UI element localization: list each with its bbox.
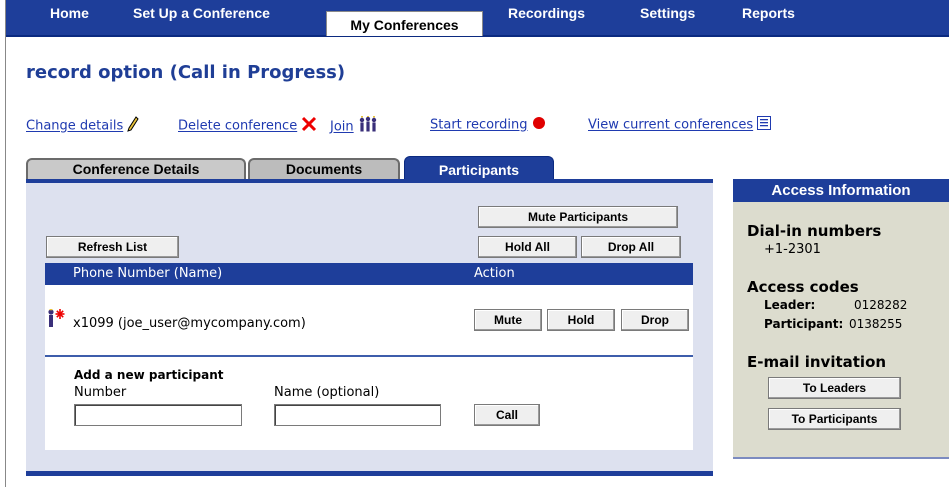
- drop-button[interactable]: Drop: [621, 309, 689, 331]
- number-input[interactable]: [74, 404, 242, 426]
- nav-my-conferences[interactable]: My Conferences: [326, 11, 483, 36]
- join-label[interactable]: Join: [330, 120, 354, 135]
- row-separator: [45, 355, 693, 357]
- delete-x-icon: [301, 116, 317, 136]
- participant-code: 0138255: [849, 317, 903, 331]
- list-icon: [757, 116, 772, 134]
- number-label: Number: [74, 385, 127, 400]
- participant-label: Participant:: [764, 317, 844, 331]
- email-invitation-heading: E-mail invitation: [747, 353, 887, 371]
- delete-conference-link[interactable]: Delete conference: [178, 116, 317, 136]
- leader-code: 0128282: [854, 298, 908, 312]
- access-codes-heading: Access codes: [747, 278, 859, 296]
- drop-all-button[interactable]: Drop All: [581, 236, 681, 258]
- tab-conference-details[interactable]: Conference Details: [26, 158, 246, 179]
- access-info-header: Access Information: [733, 179, 949, 202]
- call-button[interactable]: Call: [474, 404, 540, 426]
- refresh-list-button[interactable]: Refresh List: [46, 236, 179, 258]
- change-details-label[interactable]: Change details: [26, 119, 123, 134]
- col-action-header: Action: [474, 266, 515, 281]
- mute-button[interactable]: Mute: [474, 309, 542, 331]
- participant-phone: x1099 (joe_user@mycompany.com): [73, 316, 306, 331]
- hold-button[interactable]: Hold: [547, 309, 615, 331]
- view-current-conferences-link[interactable]: View current conferences: [588, 116, 772, 134]
- record-icon: [532, 116, 546, 134]
- nav-set-up-conference[interactable]: Set Up a Conference: [133, 0, 270, 28]
- left-border: [5, 0, 6, 487]
- delete-conference-label[interactable]: Delete conference: [178, 119, 297, 134]
- nav-settings[interactable]: Settings: [640, 0, 695, 28]
- table-header: Phone Number (Name) Action: [45, 263, 693, 285]
- mute-participants-button[interactable]: Mute Participants: [478, 206, 678, 228]
- dialin-heading: Dial-in numbers: [747, 222, 882, 240]
- add-participant-heading: Add a new participant: [74, 368, 224, 382]
- name-input[interactable]: [274, 404, 441, 426]
- dialin-number: +1-2301: [764, 242, 821, 257]
- start-recording-label[interactable]: Start recording: [430, 118, 528, 133]
- top-nav: Home Set Up a Conference My Conferences …: [6, 0, 949, 37]
- hold-all-button[interactable]: Hold All: [478, 236, 577, 258]
- access-bottom-line: [733, 457, 949, 459]
- panel-bottom-bar: [26, 471, 713, 476]
- leader-person-icon: [46, 307, 72, 335]
- nav-reports[interactable]: Reports: [742, 0, 795, 28]
- pencil-icon: [127, 116, 139, 136]
- nav-recordings[interactable]: Recordings: [508, 0, 585, 28]
- start-recording-link[interactable]: Start recording: [430, 116, 546, 134]
- nav-home[interactable]: Home: [50, 0, 89, 28]
- leader-label: Leader:: [764, 298, 816, 312]
- name-label: Name (optional): [274, 385, 380, 400]
- view-current-conferences-label[interactable]: View current conferences: [588, 118, 753, 133]
- change-details-link[interactable]: Change details: [26, 116, 139, 136]
- join-link[interactable]: Join: [330, 116, 378, 138]
- to-participants-button[interactable]: To Participants: [768, 408, 901, 430]
- col-phone-header: Phone Number (Name): [73, 266, 223, 281]
- to-leaders-button[interactable]: To Leaders: [768, 377, 901, 399]
- page-title: record option (Call in Progress): [26, 62, 346, 83]
- people-icon: [358, 116, 378, 138]
- tab-documents[interactable]: Documents: [248, 158, 400, 179]
